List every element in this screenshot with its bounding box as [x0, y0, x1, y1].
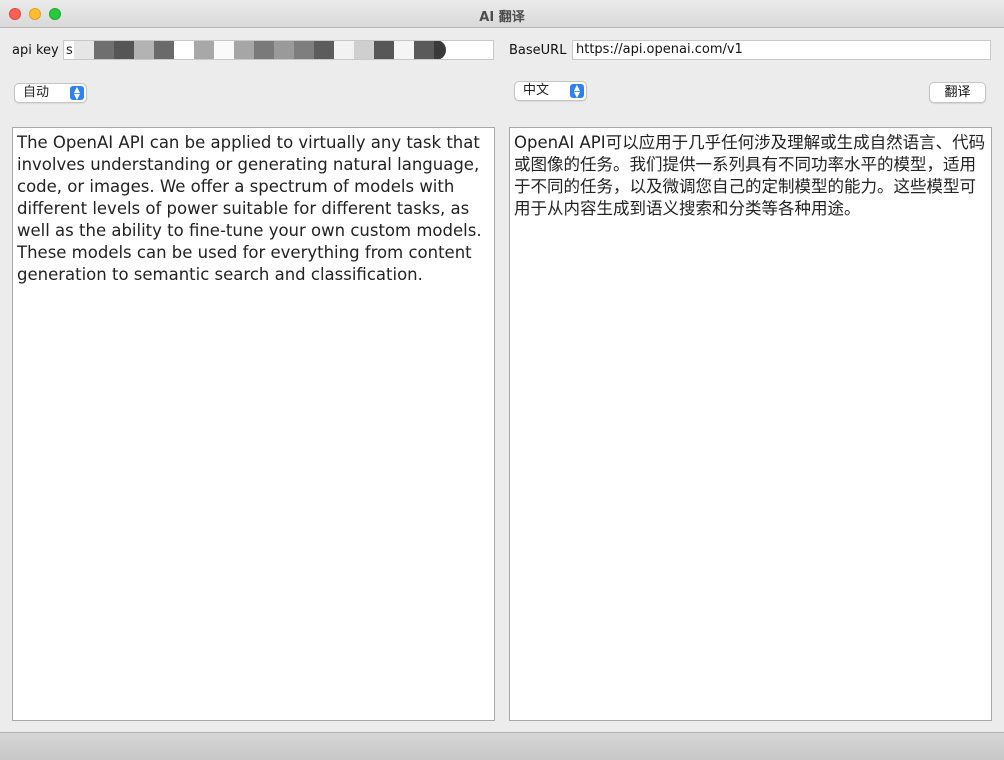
api-key-label: api key: [12, 43, 59, 58]
title-bar: AI 翻译: [0, 0, 1004, 28]
chevron-updown-icon: ▲ ▼: [70, 86, 84, 101]
source-language-value: 自动: [23, 85, 50, 100]
api-key-visible-prefix: s: [66, 42, 73, 58]
api-key-redaction-mosaic: [74, 41, 446, 59]
base-url-input[interactable]: https://api.openai.com/v1: [572, 40, 991, 60]
bottom-bar: [0, 732, 1004, 760]
target-language-select[interactable]: 中文 ▲ ▼: [514, 81, 587, 101]
translated-text-area[interactable]: OpenAI API可以应用于几乎任何涉及理解或生成自然语言、代码或图像的任务。…: [509, 127, 992, 721]
target-language-value: 中文: [523, 83, 550, 98]
base-url-label: BaseURL: [509, 43, 567, 58]
translate-button[interactable]: 翻译: [929, 82, 986, 103]
chevron-updown-icon: ▲ ▼: [570, 84, 584, 99]
source-text-area[interactable]: The OpenAI API can be applied to virtual…: [12, 127, 495, 721]
window-title: AI 翻译: [479, 10, 525, 25]
api-key-input[interactable]: s: [63, 40, 494, 60]
source-language-select[interactable]: 自动 ▲ ▼: [14, 83, 87, 103]
